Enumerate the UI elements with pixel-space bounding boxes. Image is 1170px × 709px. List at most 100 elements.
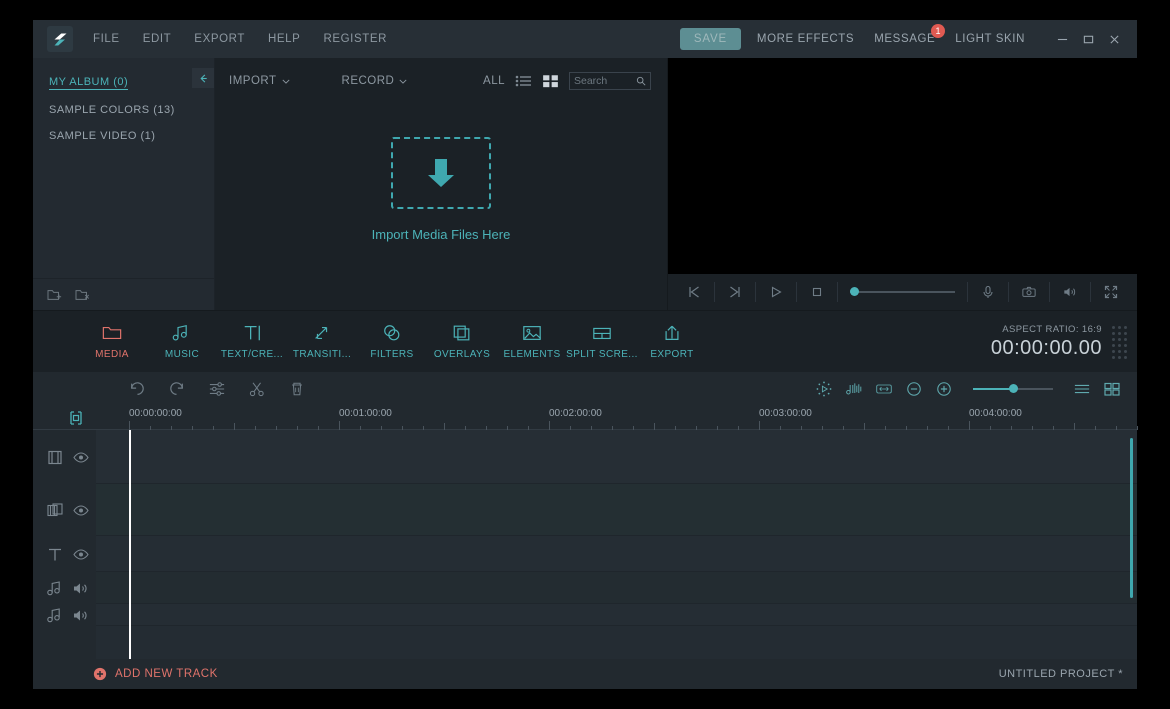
stop-button[interactable]	[797, 274, 837, 310]
more-effects-button[interactable]: MORE EFFECTS	[757, 33, 854, 45]
ruler-tick	[969, 421, 970, 430]
ruler-tick	[654, 423, 655, 430]
eye-icon[interactable]	[73, 450, 89, 465]
playhead[interactable]	[129, 430, 131, 659]
timeline-grid-view-button[interactable]	[1097, 372, 1127, 406]
import-dropzone[interactable]	[391, 136, 491, 209]
next-frame-button[interactable]	[715, 274, 755, 310]
track-lane-pip-track[interactable]	[96, 484, 1137, 536]
tab-elements[interactable]: ELEMENTS	[497, 323, 567, 360]
zoom-out-button[interactable]	[899, 372, 929, 406]
eye-icon[interactable]	[73, 547, 89, 562]
music-note-icon[interactable]	[47, 607, 63, 623]
folder-add-icon[interactable]	[47, 288, 63, 302]
tab-split-screen[interactable]: SPLIT SCRE...	[566, 323, 637, 360]
tab-text[interactable]: TEXT/CRE...	[217, 323, 287, 360]
playback-slider-track[interactable]	[850, 287, 955, 296]
fit-to-screen-button[interactable]	[869, 372, 899, 406]
album-footer	[33, 278, 214, 310]
menu-register[interactable]: REGISTER	[323, 33, 387, 45]
tab-media[interactable]: MEDIA	[77, 323, 147, 360]
transition-arrows-icon	[315, 326, 328, 340]
track-lane-audio-track[interactable]	[96, 572, 1137, 604]
playback-slider-knob[interactable]	[850, 287, 859, 296]
stacked-film-icon[interactable]	[47, 502, 63, 518]
import-dropzone-label[interactable]: Import Media Files Here	[372, 227, 511, 242]
menu-export[interactable]: EXPORT	[194, 33, 245, 45]
menu-edit[interactable]: EDIT	[143, 33, 172, 45]
timeline-ruler[interactable]: 00:00:00:00 00:01:00:00 00:02:00:00 00:03:0…	[33, 406, 1138, 430]
voiceover-button[interactable]	[968, 274, 1008, 310]
collapse-sidebar-button[interactable]	[192, 68, 214, 88]
play-button[interactable]	[756, 274, 796, 310]
track-headers	[33, 430, 96, 659]
save-button[interactable]: SAVE	[679, 28, 741, 50]
filters-circles-icon	[384, 325, 400, 341]
delete-button[interactable]	[277, 372, 317, 406]
minimize-button[interactable]	[1049, 26, 1075, 52]
filter-all-button[interactable]: ALL	[483, 75, 505, 87]
menu-help[interactable]: HELP	[268, 33, 300, 45]
tab-music[interactable]: MUSIC	[147, 323, 217, 360]
maximize-button[interactable]	[1075, 26, 1101, 52]
speaker-icon[interactable]	[73, 608, 89, 623]
record-dropdown[interactable]: RECORD	[342, 75, 408, 87]
redo-button[interactable]	[157, 372, 197, 406]
record-label: RECORD	[341, 75, 395, 87]
ruler-tick	[1137, 426, 1138, 430]
grid-view-button[interactable]	[542, 74, 559, 89]
album-sidebar: MY ALBUM (0) SAMPLE COLORS (13) SAMPLE V…	[33, 58, 215, 310]
playback-slider[interactable]	[838, 287, 967, 296]
tab-filters[interactable]: FILTERS	[357, 323, 427, 360]
ruler-label: 00:01:00:00	[339, 408, 392, 419]
ruler-tick	[129, 421, 130, 430]
split-button[interactable]	[237, 372, 277, 406]
music-note-icon[interactable]	[47, 580, 63, 596]
album-item-sample-colors[interactable]: SAMPLE COLORS (13)	[49, 104, 175, 116]
render-preview-button[interactable]	[809, 372, 839, 406]
timeline-tracks[interactable]	[33, 430, 1137, 659]
list-view-button[interactable]	[515, 74, 532, 89]
snapshot-button[interactable]	[1009, 274, 1049, 310]
tab-export[interactable]: EXPORT	[637, 323, 707, 360]
marker-button[interactable]	[69, 410, 83, 426]
video-preview[interactable]	[668, 58, 1137, 274]
light-skin-button[interactable]: LIGHT SKIN	[955, 33, 1025, 45]
album-item-sample-video[interactable]: SAMPLE VIDEO (1)	[49, 130, 155, 142]
text-t-icon[interactable]	[47, 547, 63, 562]
film-strip-icon[interactable]	[47, 450, 63, 465]
album-item-my-album[interactable]: MY ALBUM (0)	[49, 76, 129, 90]
import-dropdown[interactable]: IMPORT	[229, 75, 290, 87]
zoom-in-button[interactable]	[929, 372, 959, 406]
timeline-zoom-knob[interactable]	[1009, 384, 1018, 393]
volume-button[interactable]	[1050, 274, 1090, 310]
track-lane-extra-track[interactable]	[96, 604, 1137, 626]
timeline-vertical-scrollbar[interactable]	[1130, 438, 1133, 598]
skip-previous-icon	[689, 286, 699, 298]
folder-delete-icon[interactable]	[75, 288, 91, 302]
resize-grip[interactable]	[1112, 325, 1127, 359]
close-button[interactable]	[1101, 26, 1127, 52]
timeline-list-view-button[interactable]	[1067, 372, 1097, 406]
track-lane-video-track[interactable]	[96, 430, 1137, 484]
timeline-zoom-slider[interactable]	[973, 384, 1053, 393]
track-lane-text-track[interactable]	[96, 536, 1137, 572]
menu-file[interactable]: FILE	[93, 33, 120, 45]
search-input[interactable]	[574, 75, 636, 87]
prev-frame-button[interactable]	[674, 274, 714, 310]
tab-transitions[interactable]: TRANSITI...	[287, 323, 357, 360]
search-box[interactable]	[569, 72, 651, 90]
grid-view-icon	[543, 75, 558, 88]
tab-overlays[interactable]: OVERLAYS	[427, 323, 497, 360]
speaker-icon[interactable]	[73, 581, 89, 596]
add-new-track-button[interactable]: ADD NEW TRACK	[93, 667, 218, 681]
eye-icon[interactable]	[73, 503, 89, 518]
fullscreen-button[interactable]	[1091, 274, 1131, 310]
main-menu: FILE EDIT EXPORT HELP REGISTER	[93, 33, 387, 45]
audio-mixer-button[interactable]	[839, 372, 869, 406]
message-button[interactable]: MESSAGE 1	[874, 24, 946, 45]
scissors-icon	[249, 382, 264, 397]
import-dropzone-area: Import Media Files Here	[215, 96, 667, 310]
timeline-settings-button[interactable]	[197, 372, 237, 406]
undo-button[interactable]	[117, 372, 157, 406]
